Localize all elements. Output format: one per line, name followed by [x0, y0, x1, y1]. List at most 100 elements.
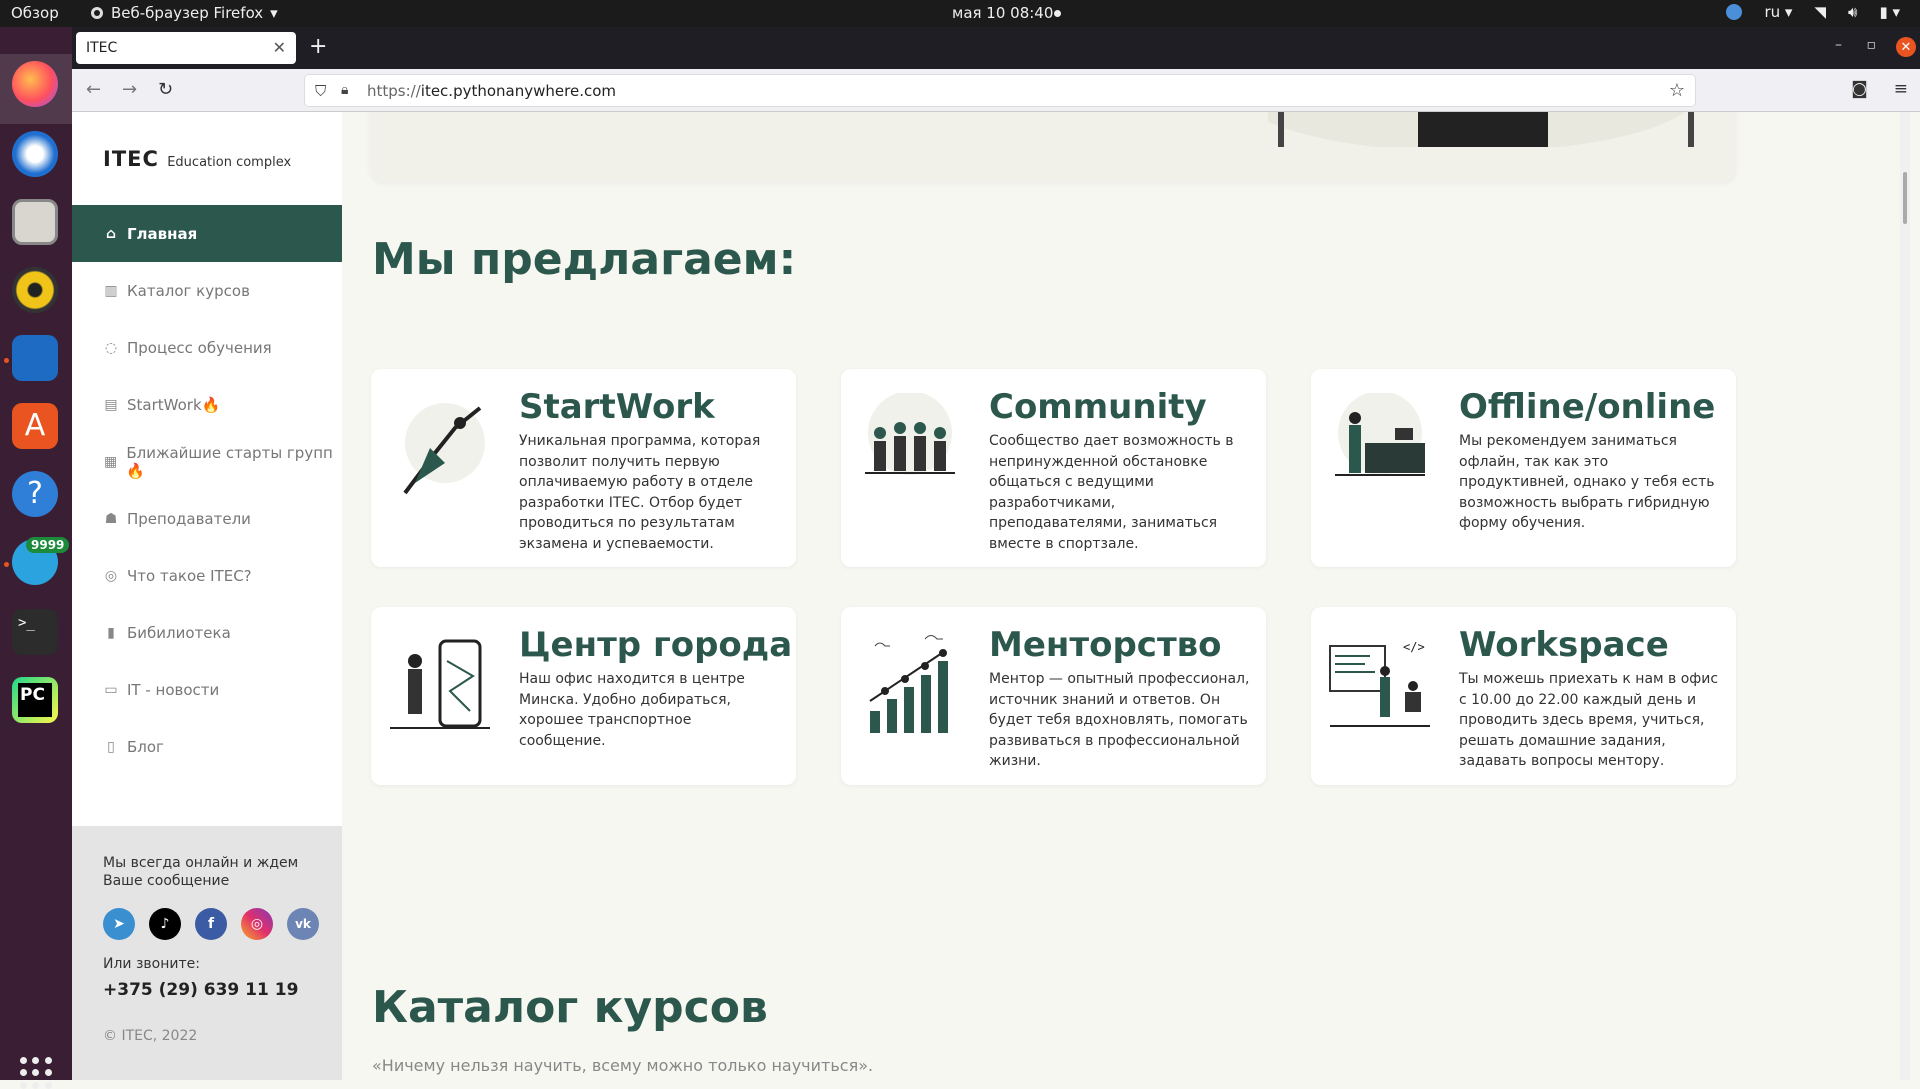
- logo-subtitle: Education complex: [167, 155, 292, 170]
- site-logo[interactable]: ITEC Education complex: [103, 147, 291, 171]
- running-indicator: [4, 562, 9, 567]
- site-sidebar: ITEC Education complex ⌂ Главная ▥ Каталог…: [72, 112, 342, 1080]
- language-indicator[interactable]: ru ▾: [1764, 3, 1792, 21]
- vk-icon[interactable]: vk: [287, 908, 319, 940]
- tab-title: ITEC: [86, 40, 118, 56]
- bookmark-star-icon[interactable]: ☆: [1669, 80, 1685, 101]
- battery-icon[interactable]: ▮ ▾: [1879, 3, 1900, 21]
- card-offline-online[interactable]: Offline/online Мы рекомендуем заниматься…: [1311, 369, 1736, 567]
- workspace-illustration: </>: [1329, 640, 1430, 727]
- toolbar-right: ◙ ≡: [1851, 79, 1908, 99]
- card-text: Ты можешь приехать к нам в офис с 10.00 …: [1459, 671, 1719, 769]
- close-window-icon[interactable]: ✕: [1896, 37, 1916, 57]
- system-tray[interactable]: ru ▾ ◥ 🔊︎ ▮ ▾: [1726, 3, 1900, 21]
- card-title: Community: [989, 387, 1207, 427]
- library-icon: ▮: [107, 624, 115, 641]
- card-city-center[interactable]: Центр города Наш офис находится в центре…: [371, 607, 796, 785]
- pocket-icon[interactable]: ◙: [1851, 79, 1868, 99]
- briefcase-icon: ▤: [104, 396, 118, 413]
- offer-title: Мы предлагаем:: [372, 234, 797, 285]
- svg-text:</>: </>: [1403, 640, 1425, 654]
- menu-item-catalog[interactable]: ▥ Каталог курсов: [72, 262, 342, 319]
- close-tab-icon[interactable]: ✕: [273, 38, 286, 57]
- instagram-icon[interactable]: ◎: [241, 908, 273, 940]
- scrollbar-thumb[interactable]: [1903, 172, 1907, 224]
- card-workspace[interactable]: </> Workspace Ты можешь приехать к нам в…: [1311, 607, 1736, 785]
- tab-strip: ITEC ✕ + – ▫ ✕: [72, 27, 1920, 69]
- browser-chrome: ITEC ✕ + – ▫ ✕ ← → ↻ ⛉ 🔒︎ https://itec.p…: [72, 27, 1920, 112]
- maximize-icon[interactable]: ▫: [1867, 37, 1877, 53]
- menu-icon[interactable]: ≡: [1894, 79, 1908, 99]
- activities-button[interactable]: Обзор: [11, 4, 59, 22]
- volume-icon[interactable]: 🔊︎: [1848, 3, 1857, 21]
- menu-item-process[interactable]: ◌ Процесс обучения: [72, 319, 342, 376]
- firefox-icon[interactable]: [12, 61, 58, 107]
- software-icon[interactable]: A: [12, 403, 58, 449]
- social-links: ➤ ♪ f ◎ vk: [103, 908, 342, 940]
- calendar-icon: ▦: [104, 453, 118, 470]
- nav-toolbar: ← → ↻ ⛉ 🔒︎ https://itec.pythonanywhere.c…: [72, 69, 1920, 112]
- people-icon: ☗: [104, 510, 118, 527]
- rhythmbox-icon[interactable]: [12, 267, 58, 313]
- minimize-icon[interactable]: –: [1835, 37, 1842, 53]
- shield-icon[interactable]: ⛉: [315, 82, 326, 100]
- thunderbird-icon[interactable]: [12, 131, 58, 177]
- contact-panel: Мы всегда онлайн и ждем Ваше сообщение ➤…: [72, 826, 342, 1080]
- terminal-icon[interactable]: >_: [12, 609, 58, 655]
- app-name: Веб-браузер Firefox: [111, 4, 264, 22]
- running-indicator: [4, 358, 9, 363]
- card-text: Мы рекомендуем заниматься офлайн, так ка…: [1459, 433, 1715, 531]
- card-text: Сообщество дает возможность в непринужде…: [989, 433, 1234, 552]
- card-title: StartWork: [519, 387, 715, 427]
- main-content: Мы предлагаем: StartWork Уникальная прог…: [342, 112, 1910, 1080]
- globe-icon[interactable]: [1726, 4, 1743, 20]
- url-text[interactable]: https://itec.pythonanywhere.com: [367, 82, 616, 100]
- app-menu[interactable]: Веб-браузер Firefox ▾: [90, 4, 278, 22]
- card-startwork[interactable]: StartWork Уникальная программа, которая …: [371, 369, 796, 567]
- hero-illustration: [1268, 112, 1694, 147]
- url-bar[interactable]: ⛉ 🔒︎ https://itec.pythonanywhere.com ☆: [304, 74, 1696, 107]
- reload-icon[interactable]: ↻: [158, 79, 173, 100]
- page-scrollbar[interactable]: [1900, 112, 1910, 1080]
- new-tab-icon[interactable]: +: [309, 34, 327, 59]
- tiktok-icon[interactable]: ♪: [149, 908, 181, 940]
- phone-number[interactable]: +375 (29) 639 11 19: [103, 980, 342, 1000]
- book-icon: ▥: [104, 282, 118, 299]
- home-icon: ⌂: [105, 225, 117, 242]
- wifi-icon[interactable]: ◥: [1814, 3, 1826, 21]
- copyright: © ITEC, 2022: [103, 1028, 198, 1044]
- clock[interactable]: мая 10 08:40: [952, 4, 1053, 22]
- menu-item-startwork[interactable]: ▤ StartWork🔥: [72, 376, 342, 433]
- help-icon[interactable]: ?: [12, 471, 58, 517]
- lock-icon[interactable]: 🔒︎: [341, 82, 348, 98]
- files-icon[interactable]: [12, 199, 58, 245]
- card-title: Workspace: [1459, 625, 1669, 665]
- card-mentorship[interactable]: Менторство Ментор — опытный профессионал…: [841, 607, 1266, 785]
- card-title: Offline/online: [1459, 387, 1716, 427]
- hero-banner: [370, 112, 1736, 182]
- card-community[interactable]: Community Сообщество дает возможность в …: [841, 369, 1266, 567]
- telegram-icon[interactable]: ➤: [103, 908, 135, 940]
- writer-icon[interactable]: [12, 335, 58, 381]
- menu-item-library[interactable]: ▮ Бибилиотека: [72, 604, 342, 661]
- facebook-icon[interactable]: f: [195, 908, 227, 940]
- phone-label: Или звоните:: [103, 956, 200, 972]
- menu-item-starts[interactable]: ▦ Ближайшие старты групп🔥: [72, 433, 342, 490]
- menu-item-about[interactable]: ◎ Что такое ITEC?: [72, 547, 342, 604]
- office-desk-illustration: [1335, 393, 1425, 476]
- menu-item-home[interactable]: ⌂ Главная: [72, 205, 342, 262]
- site-menu: ⌂ Главная ▥ Каталог курсов ◌ Процесс обучен…: [72, 205, 342, 775]
- menu-item-news[interactable]: ▭ IT - новости: [72, 661, 342, 718]
- blog-icon: ▯: [107, 738, 115, 755]
- menu-item-teachers[interactable]: ☗ Преподаватели: [72, 490, 342, 547]
- telegram-badge: 9999: [26, 537, 70, 553]
- back-icon[interactable]: ←: [86, 79, 101, 100]
- card-title: Центр города: [519, 625, 793, 665]
- show-apps-icon[interactable]: [20, 1057, 52, 1089]
- pycharm-icon[interactable]: PC: [12, 677, 58, 723]
- forward-icon[interactable]: →: [122, 79, 137, 100]
- city-map-illustration: [390, 639, 490, 729]
- browser-tab[interactable]: ITEC ✕: [76, 32, 296, 64]
- menu-item-blog[interactable]: ▯ Блог: [72, 718, 342, 775]
- card-title: Менторство: [989, 625, 1222, 665]
